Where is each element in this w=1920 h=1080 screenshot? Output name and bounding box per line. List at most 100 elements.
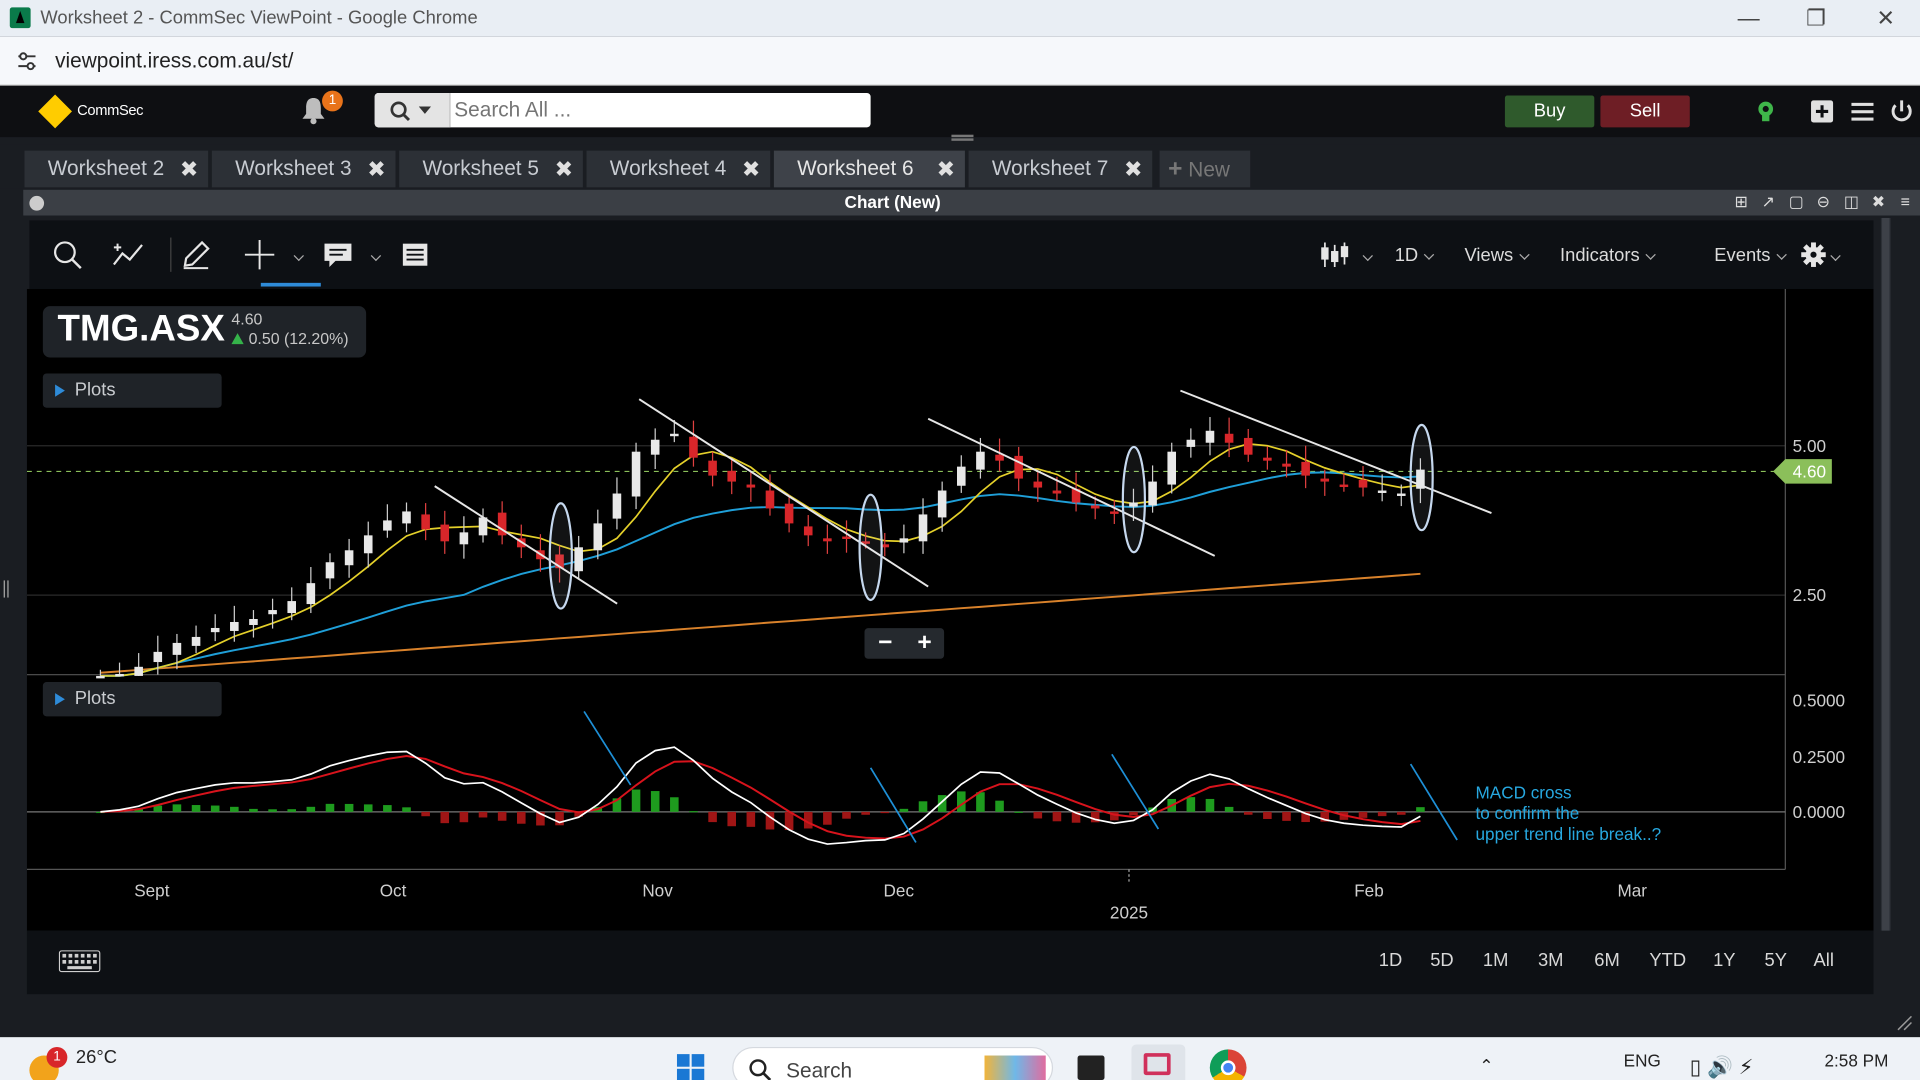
comment-icon[interactable] [321,238,355,272]
weather-temp[interactable]: 26°C [76,1047,117,1068]
range-5d[interactable]: 5D [1430,950,1453,971]
price-chart[interactable]: MACD crossto confirm theupper trend line… [26,288,1874,931]
close-panel-icon[interactable]: ✖ [1870,193,1887,210]
side-panel-handle[interactable] [3,580,9,598]
symbol-change: 0.50 (12.20%) [231,329,349,348]
zoom-out-button[interactable]: − [866,628,905,659]
drag-handle[interactable] [951,134,974,141]
macd-histogram-positive [976,792,985,812]
chart-area[interactable]: MACD cross to confirm the upper trend line… [26,288,1874,931]
vertical-scrollbar[interactable] [1880,217,1891,931]
chevron-down-icon[interactable] [370,250,382,262]
candle-up [134,666,143,676]
close-window-button[interactable]: ✕ [1861,2,1910,34]
close-tab-icon[interactable]: ✖ [555,151,573,188]
plots-toggle-price[interactable]: Plots [42,373,222,408]
tab-worksheet-6[interactable]: Worksheet 6 ✖ [773,150,965,188]
resize-handle-icon[interactable] [1896,1014,1913,1031]
task-view-icon[interactable] [1077,1055,1105,1080]
chevron-down-icon[interactable] [1362,250,1373,262]
x-tick-label: Feb [1354,880,1384,900]
chevron-down-icon[interactable] [1830,250,1841,262]
clock[interactable]: 2:58 PM [1825,1051,1889,1071]
range-all[interactable]: All [1813,950,1833,971]
search-input[interactable] [454,96,859,124]
maximize-panel-icon[interactable]: ◫ [1843,193,1860,210]
language-indicator[interactable]: ENG [1624,1051,1661,1071]
tray-icons[interactable]: ▯ 🔊 ⚡ [1690,1056,1754,1080]
expand-triangle-icon [55,693,65,706]
close-tab-icon[interactable]: ✖ [180,151,198,188]
menu-icon[interactable] [1849,98,1876,125]
add-widget-icon[interactable] [1809,98,1836,125]
tray-overflow-icon[interactable]: ⌃ [1479,1056,1493,1077]
close-tab-icon[interactable]: ✖ [742,151,760,188]
tab-worksheet-3[interactable]: Worksheet 3 ✖ [211,150,396,188]
crosshair-icon[interactable] [242,238,276,272]
app-icon [9,7,31,29]
candle-up [230,621,239,631]
range-1d[interactable]: 1D [1379,950,1402,971]
candle-down [765,490,775,509]
range-1y[interactable]: 1Y [1713,950,1735,971]
candlestick-chart-icon[interactable] [1318,238,1352,272]
scrollbar-thumb[interactable] [1882,217,1890,931]
views-dropdown[interactable]: Views [1465,245,1530,266]
macd-histogram-negative [459,811,469,823]
candle-up [172,642,182,655]
tab-worksheet-4[interactable]: Worksheet 4 ✖ [586,150,771,188]
expand-icon[interactable]: ↗ [1760,193,1777,210]
range-3m[interactable]: 3M [1538,950,1564,971]
chevron-down-icon [1645,249,1656,260]
popout-icon[interactable]: ▢ [1788,193,1805,210]
buy-button[interactable]: Buy [1504,95,1595,128]
macd-histogram-negative [823,811,832,825]
year-label: 2025 [1110,902,1148,922]
power-icon[interactable] [1888,98,1915,125]
table-view-icon[interactable] [398,238,432,272]
range-1m[interactable]: 1M [1483,950,1509,971]
tab-worksheet-5[interactable]: Worksheet 5 ✖ [399,150,583,188]
taskbar-search[interactable]: Search [732,1046,1054,1080]
minimize-button[interactable]: — [1724,2,1773,34]
search-dropdown-button[interactable] [374,93,451,128]
restore-button[interactable]: ❐ [1791,2,1840,34]
url-text[interactable]: viewpoint.iress.com.au/st/ [55,49,293,73]
chevron-down-icon[interactable] [293,250,304,262]
candle-up [153,651,163,663]
indicators-dropdown[interactable]: Indicators [1560,245,1656,266]
tab-worksheet-7[interactable]: Worksheet 7 ✖ [968,150,1153,188]
gear-icon[interactable] [1796,238,1830,272]
sell-button[interactable]: Sell [1600,95,1690,128]
close-tab-icon[interactable]: ✖ [367,151,385,188]
interval-dropdown[interactable]: 1D [1395,245,1435,266]
candle-up [191,636,201,646]
close-tab-icon[interactable]: ✖ [937,151,955,188]
plots-toggle-macd[interactable]: Plots [42,682,222,717]
lightbulb-icon[interactable] [1752,98,1779,125]
keyboard-icon[interactable] [58,950,101,973]
windows-start-icon[interactable] [673,1053,707,1080]
candle-down [1320,478,1330,482]
taskbar-app-snipping[interactable] [1131,1044,1186,1080]
zoom-in-button[interactable]: + [905,628,944,659]
chrome-icon[interactable] [1209,1049,1247,1080]
minimize-panel-icon[interactable]: ⊖ [1815,193,1832,210]
range-ytd[interactable]: YTD [1649,950,1686,971]
trend-line-icon[interactable] [110,238,144,272]
zoom-search-icon[interactable] [50,238,84,272]
site-settings-icon[interactable] [15,49,39,73]
x-tick-label: Nov [642,880,673,900]
close-tab-icon[interactable]: ✖ [1124,151,1142,188]
tab-worksheet-2[interactable]: Worksheet 2 ✖ [24,150,209,188]
range-5y[interactable]: 5Y [1765,950,1787,971]
range-6m[interactable]: 6M [1594,950,1620,971]
new-tab-button[interactable]: + New [1159,150,1251,188]
add-panel-icon[interactable]: ⊞ [1733,193,1750,210]
trend-line [1180,389,1492,514]
panel-menu-icon[interactable]: ≡ [1897,193,1914,210]
plots-label: Plots [74,379,116,401]
worksheet-background [0,994,1920,1038]
pencil-icon[interactable] [179,238,213,272]
events-dropdown[interactable]: Events [1714,245,1787,266]
